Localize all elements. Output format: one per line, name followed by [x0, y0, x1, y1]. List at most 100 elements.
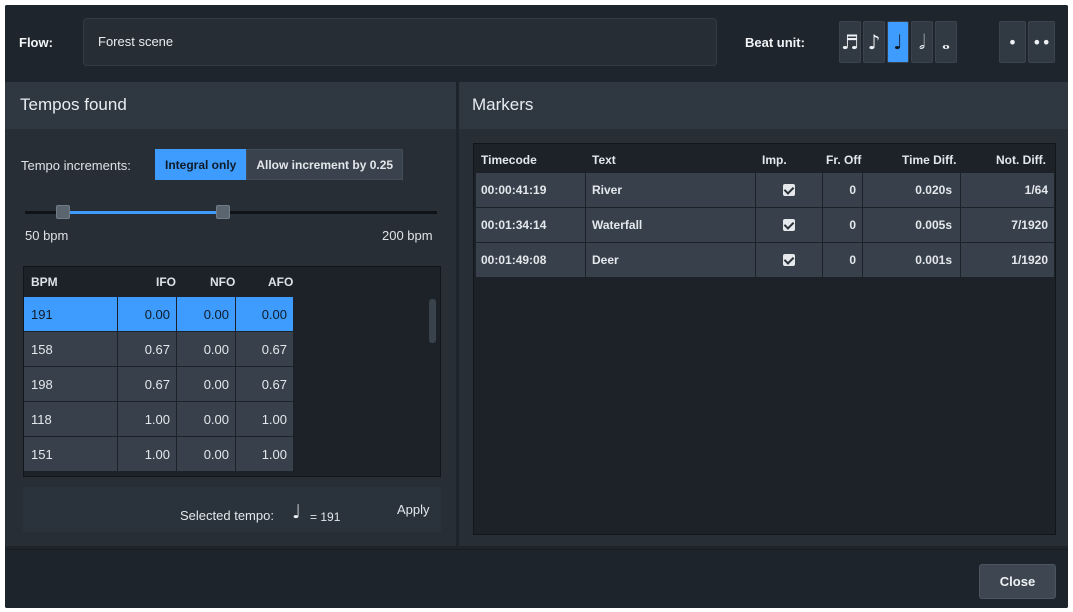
fr-off-cell: 0	[823, 243, 863, 277]
timecode-cell: 00:01:49:08	[476, 243, 586, 277]
checkbox-checked-icon[interactable]	[783, 219, 795, 231]
single-dot-button[interactable]: •	[999, 21, 1026, 63]
bpm-cell: 118	[24, 402, 118, 436]
bpm-cell: 158	[24, 332, 118, 366]
ifo-cell: 0.67	[118, 332, 177, 366]
afo-cell: 0.67	[236, 367, 294, 401]
selected-tempo-label: Selected tempo:	[180, 508, 274, 523]
selected-tempo-bar: Selected tempo: ♩ = 191 Apply	[23, 487, 441, 532]
text-cell: Waterfall	[586, 208, 756, 242]
not-diff-cell: 1/1920	[961, 243, 1054, 277]
time-diff-cell: 0.001s	[863, 243, 961, 277]
bpm-cell: 198	[24, 367, 118, 401]
single-dot-icon: •	[1007, 32, 1018, 52]
bpm-min-handle[interactable]	[56, 205, 70, 219]
bpm-range-fill	[63, 211, 223, 214]
slider-max-label: 200 bpm	[382, 228, 433, 243]
tempos-scrollbar-thumb[interactable]	[429, 299, 436, 343]
markers-table: Timecode Text Imp. Fr. Off Time Diff. No…	[473, 143, 1056, 535]
marker-row[interactable]: 00:01:49:08 Deer 0 0.001s 1/1920	[476, 243, 1054, 278]
flow-selector[interactable]: Forest scene	[83, 18, 717, 66]
beat-unit-half-button[interactable]: 𝅗𝅥	[911, 21, 933, 63]
half-note-icon: 𝅗𝅥	[918, 30, 926, 54]
checkbox-checked-icon[interactable]	[783, 184, 795, 196]
beat-unit-quarter-button[interactable]: ♩	[887, 21, 909, 63]
afo-cell: 0.00	[236, 297, 294, 331]
nfo-cell: 0.00	[177, 367, 236, 401]
markers-title: Markers	[459, 82, 1068, 129]
not-diff-cell: 7/1920	[961, 208, 1054, 242]
beat-unit-whole-button[interactable]: 𝅝	[935, 21, 957, 63]
column-header-nfo[interactable]: NFO	[210, 275, 235, 289]
tempo-row[interactable]: 118 1.00 0.00 1.00	[24, 402, 294, 437]
checkbox-checked-icon[interactable]	[783, 254, 795, 266]
text-cell: River	[586, 173, 756, 207]
apply-button[interactable]: Apply	[397, 502, 430, 517]
tempo-row[interactable]: 151 1.00 0.00 1.00	[24, 437, 294, 472]
beat-unit-label: Beat unit:	[745, 35, 805, 50]
ifo-cell: 0.67	[118, 367, 177, 401]
quarter-note-icon: ♩	[292, 501, 301, 523]
nfo-cell: 0.00	[177, 297, 236, 331]
bpm-cell: 191	[24, 297, 118, 331]
tempos-panel: Tempos found Tempo increments: Integral …	[5, 82, 456, 546]
bpm-max-handle[interactable]	[216, 205, 230, 219]
quarter-note-icon: ♩	[893, 30, 903, 54]
beat-unit-eighth-button[interactable]: ♪	[863, 21, 885, 63]
column-header-ifo[interactable]: IFO	[156, 275, 176, 289]
close-button[interactable]: Close	[979, 564, 1056, 599]
column-header-time-diff[interactable]: Time Diff.	[902, 153, 956, 167]
tempos-table: BPM IFO NFO AFO 191 0.00 0.00 0.00 158 0…	[23, 266, 441, 477]
tempo-row[interactable]: 158 0.67 0.00 0.67	[24, 332, 294, 367]
ifo-cell: 1.00	[118, 402, 177, 436]
ifo-cell: 0.00	[118, 297, 177, 331]
imp-cell[interactable]	[756, 243, 823, 277]
whole-note-icon: 𝅝	[942, 30, 950, 54]
fr-off-cell: 0	[823, 208, 863, 242]
ifo-cell: 1.00	[118, 437, 177, 471]
nfo-cell: 0.00	[177, 437, 236, 471]
column-header-timecode[interactable]: Timecode	[481, 153, 537, 167]
beat-unit-sixteenth-button[interactable]: ♬	[839, 21, 861, 63]
markers-panel: Markers Timecode Text Imp. Fr. Off Time …	[459, 82, 1068, 546]
column-header-imp[interactable]: Imp.	[762, 153, 787, 167]
flow-label: Flow:	[19, 35, 53, 50]
bpm-cell: 151	[24, 437, 118, 471]
find-tempo-dialog: Flow: Forest scene Beat unit: ♬ ♪ ♩ 𝅗𝅥 𝅝…	[5, 5, 1068, 608]
column-header-text[interactable]: Text	[592, 153, 616, 167]
marker-row[interactable]: 00:00:41:19 River 0 0.020s 1/64	[476, 173, 1054, 208]
nfo-cell: 0.00	[177, 332, 236, 366]
column-header-bpm[interactable]: BPM	[31, 275, 58, 289]
fr-off-cell: 0	[823, 173, 863, 207]
column-header-not-diff[interactable]: Not. Diff.	[996, 153, 1046, 167]
timecode-cell: 00:00:41:19	[476, 173, 586, 207]
slider-min-label: 50 bpm	[25, 228, 69, 243]
tempo-row[interactable]: 198 0.67 0.00 0.67	[24, 367, 294, 402]
integral-only-button[interactable]: Integral only	[155, 149, 247, 180]
allow-increment-button[interactable]: Allow increment by 0.25	[246, 149, 404, 180]
eighth-note-icon: ♪	[867, 30, 881, 54]
double-dot-button[interactable]: ••	[1028, 21, 1055, 63]
imp-cell[interactable]	[756, 173, 823, 207]
nfo-cell: 0.00	[177, 402, 236, 436]
not-diff-cell: 1/64	[961, 173, 1054, 207]
double-dot-icon: ••	[1032, 32, 1051, 52]
afo-cell: 0.67	[236, 332, 294, 366]
text-cell: Deer	[586, 243, 756, 277]
column-header-afo[interactable]: AFO	[268, 275, 293, 289]
tempo-increments-label: Tempo increments:	[21, 158, 131, 173]
tempo-increments-toggle: Integral only Allow increment by 0.25	[155, 149, 404, 180]
time-diff-cell: 0.005s	[863, 208, 961, 242]
tempos-table-header: BPM IFO NFO AFO	[24, 267, 440, 294]
time-diff-cell: 0.020s	[863, 173, 961, 207]
dot-unit-group: • ••	[999, 21, 1055, 63]
dialog-footer: Close	[5, 549, 1068, 608]
column-header-fr-off[interactable]: Fr. Off	[826, 153, 861, 167]
marker-row[interactable]: 00:01:34:14 Waterfall 0 0.005s 7/1920	[476, 208, 1054, 243]
tempo-row[interactable]: 191 0.00 0.00 0.00	[24, 297, 294, 332]
afo-cell: 1.00	[236, 402, 294, 436]
sixteenth-note-icon: ♬	[841, 30, 859, 54]
beat-unit-group: ♬ ♪ ♩ 𝅗𝅥 𝅝	[839, 21, 957, 63]
imp-cell[interactable]	[756, 208, 823, 242]
timecode-cell: 00:01:34:14	[476, 208, 586, 242]
